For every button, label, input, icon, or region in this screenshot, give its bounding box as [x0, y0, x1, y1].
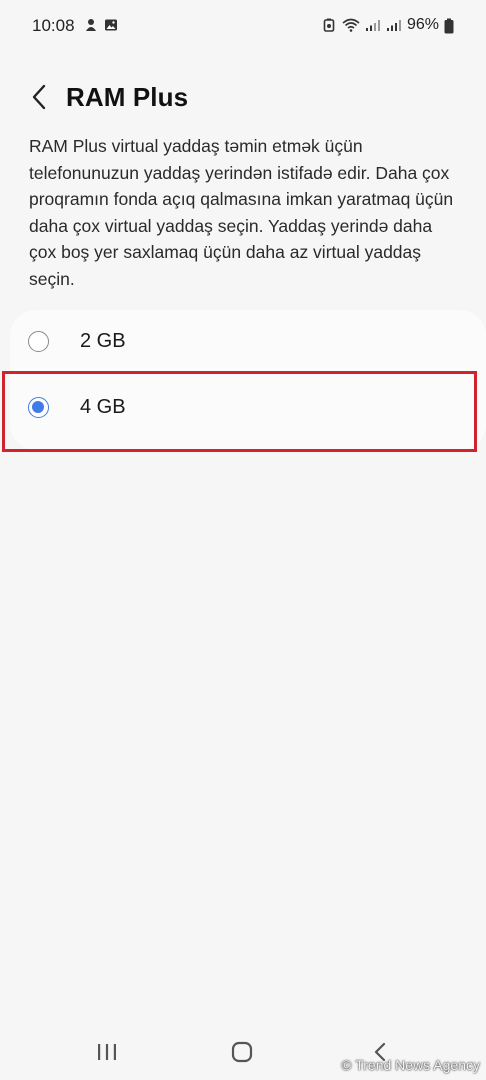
status-time: 10:08	[32, 16, 75, 35]
options-card: 2 GB 4 GB	[10, 310, 486, 450]
status-left-icons	[84, 18, 118, 32]
signal-2-icon	[386, 18, 402, 32]
radio-button[interactable]	[28, 331, 49, 352]
battery-icon	[444, 18, 454, 34]
chevron-left-icon	[31, 84, 47, 115]
recents-icon	[96, 1043, 118, 1066]
signal-1-icon	[365, 18, 381, 32]
option-4gb[interactable]: 4 GB	[10, 376, 486, 442]
option-label: 2 GB	[80, 330, 126, 352]
page-title: RAM Plus	[66, 82, 189, 112]
option-2gb[interactable]: 2 GB	[10, 310, 486, 376]
back-button[interactable]	[22, 82, 56, 116]
watermark: © Trend News Agency	[341, 1057, 480, 1073]
gallery-icon	[104, 18, 118, 32]
notification-app-icon	[84, 18, 98, 32]
home-button[interactable]	[222, 1040, 262, 1068]
description-text: RAM Plus virtual yaddaş təmin etmək üçün…	[29, 136, 454, 289]
option-label: 4 GB	[80, 396, 126, 418]
status-bar: 10:08 96%	[0, 0, 486, 52]
recents-button[interactable]	[87, 1040, 127, 1068]
page-header: RAM Plus	[0, 72, 486, 124]
radio-button-selected[interactable]	[28, 397, 49, 418]
home-icon	[231, 1041, 253, 1068]
status-right-icons: 96%	[323, 16, 454, 34]
battery-percent: 96%	[406, 16, 439, 33]
battery-saver-icon	[323, 18, 337, 32]
wifi-icon	[342, 18, 360, 32]
